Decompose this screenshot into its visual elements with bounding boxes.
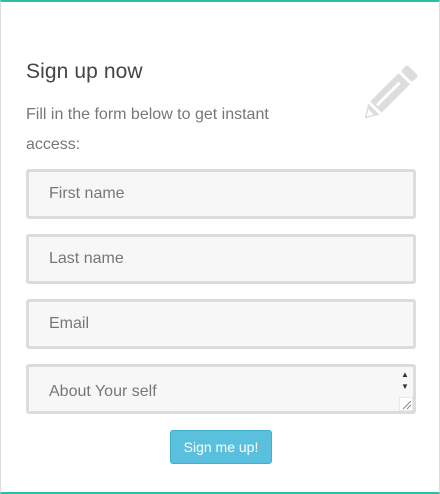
about-yourself-textarea[interactable] (26, 364, 416, 414)
pencil-icon (364, 65, 418, 119)
sign-me-up-button[interactable]: Sign me up! (170, 430, 272, 464)
email-input[interactable] (26, 299, 416, 349)
form-title: Sign up now (26, 60, 143, 83)
signup-panel: Sign up now Fill in the form below to ge… (0, 0, 440, 494)
resize-grip-icon[interactable] (399, 397, 413, 411)
first-name-input[interactable] (26, 169, 416, 219)
last-name-input[interactable] (26, 234, 416, 284)
scroll-down-arrow-icon[interactable]: ▼ (398, 382, 412, 392)
scroll-up-arrow-icon[interactable]: ▲ (398, 370, 412, 380)
form-subtitle: Fill in the form below to get instant ac… (26, 106, 269, 153)
